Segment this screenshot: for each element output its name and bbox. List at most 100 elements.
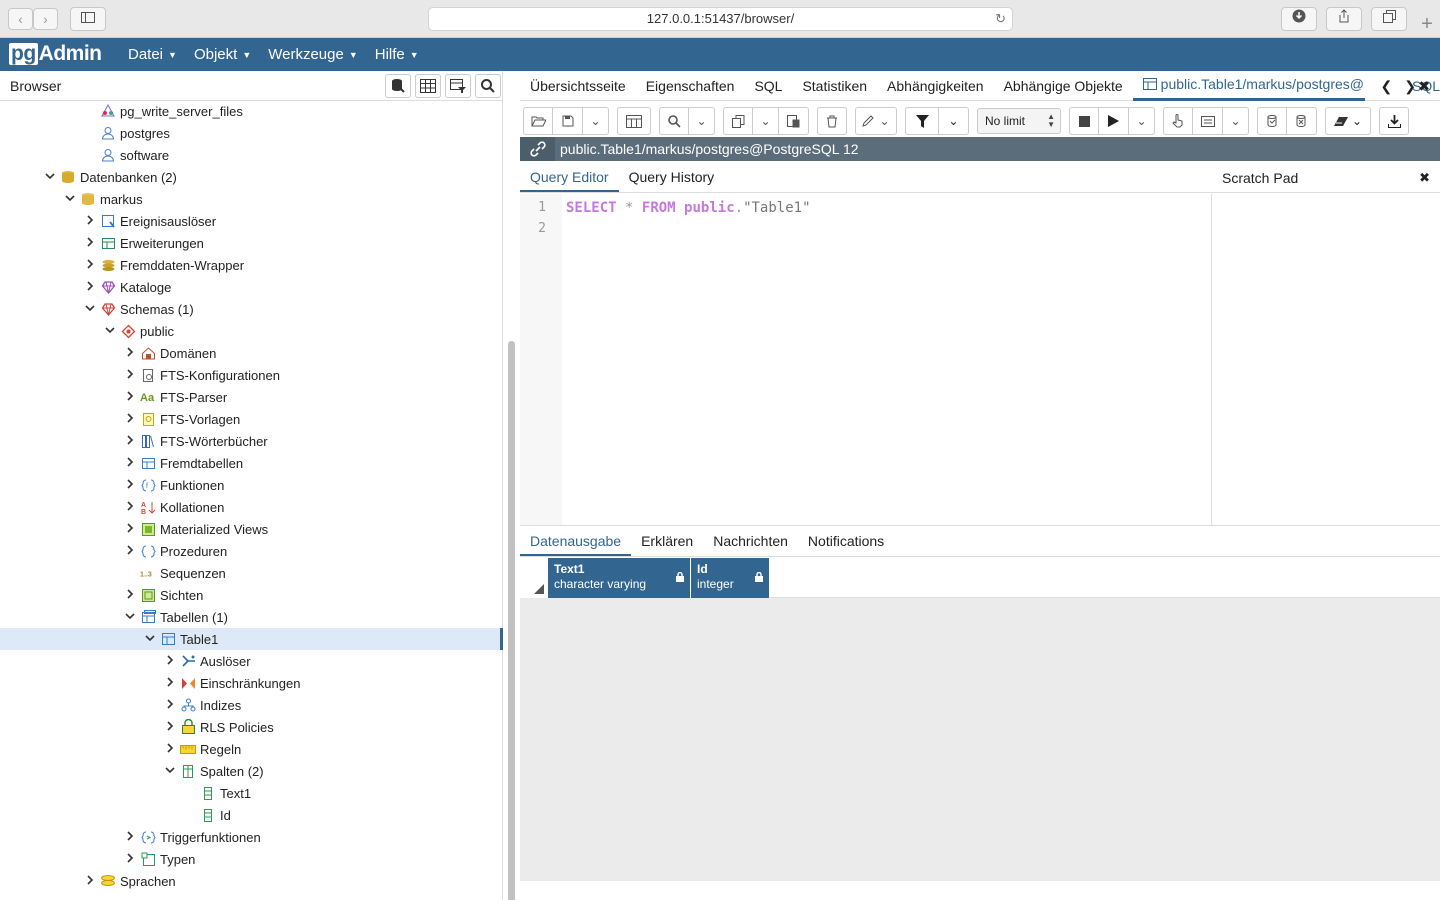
tab-dashboard[interactable]: Übersichtsseite: [520, 71, 636, 101]
tree-node[interactable]: Schemas (1): [0, 298, 503, 320]
tab-messages[interactable]: Nachrichten: [703, 526, 798, 556]
chevron-right-icon[interactable]: [160, 676, 180, 690]
tree-node[interactable]: public: [0, 320, 503, 342]
find-options-dropdown[interactable]: ⌄: [689, 107, 715, 135]
tree-node[interactable]: Text1: [0, 782, 503, 804]
address-bar[interactable]: 127.0.0.1:51437/browser/ ↻: [428, 7, 1013, 31]
save-file-button[interactable]: [553, 107, 583, 135]
open-file-button[interactable]: [523, 107, 553, 135]
tree-node[interactable]: Ereignisauslöser: [0, 210, 503, 232]
close-icon[interactable]: ✖: [1418, 78, 1430, 95]
tree-node[interactable]: FTS-Vorlagen: [0, 408, 503, 430]
explain-options-dropdown[interactable]: ⌄: [1223, 107, 1249, 135]
tree-node[interactable]: Einschränkungen: [0, 672, 503, 694]
chevron-right-icon[interactable]: [80, 874, 100, 888]
sidebar-toggle-button[interactable]: [70, 7, 106, 31]
tab-notifications[interactable]: Notifications: [798, 526, 894, 556]
column-header-text1[interactable]: Text1 character varying: [548, 558, 691, 598]
menu-werkzeuge[interactable]: Werkzeuge ▼: [268, 46, 358, 63]
chevron-down-icon[interactable]: [160, 765, 180, 777]
tree-node[interactable]: Table1: [0, 628, 503, 650]
tab-statistics[interactable]: Statistiken: [792, 71, 877, 101]
tab-query-history[interactable]: Query History: [619, 163, 725, 192]
search-objects-button[interactable]: [475, 74, 501, 98]
copy-button[interactable]: [723, 107, 753, 135]
tree-node[interactable]: Datenbanken (2): [0, 166, 503, 188]
chevron-down-icon[interactable]: [40, 171, 60, 183]
tab-data-output[interactable]: Datenausgabe: [520, 526, 632, 556]
chevron-right-icon[interactable]: [80, 236, 100, 250]
rollback-button[interactable]: [1287, 107, 1317, 135]
forward-button[interactable]: ›: [33, 8, 58, 30]
tree-node[interactable]: Kataloge: [0, 276, 503, 298]
chevron-right-icon[interactable]: [120, 346, 140, 360]
commit-button[interactable]: [1257, 107, 1287, 135]
tree-node[interactable]: Triggerfunktionen: [0, 826, 503, 848]
row-limit-select[interactable]: No limit ▲ ▼: [977, 108, 1061, 134]
delete-button[interactable]: [817, 107, 847, 135]
close-icon[interactable]: ✖: [1419, 170, 1430, 186]
chevron-right-icon[interactable]: [80, 258, 100, 272]
back-button[interactable]: ‹: [8, 8, 33, 30]
chevron-right-icon[interactable]: [120, 434, 140, 448]
tree-node[interactable]: pg_write_server_files: [0, 100, 503, 122]
column-header-id[interactable]: Id integer: [691, 558, 770, 598]
tab-properties[interactable]: Eigenschaften: [636, 71, 745, 101]
share-button[interactable]: [1326, 7, 1362, 31]
chevron-down-icon[interactable]: [60, 193, 80, 205]
copy-options-dropdown[interactable]: ⌄: [753, 107, 779, 135]
chevron-right-icon[interactable]: [160, 698, 180, 712]
tree-node[interactable]: 1..3 Sequenzen: [0, 562, 503, 584]
tree-node[interactable]: Id: [0, 804, 503, 826]
tab-dependents[interactable]: Abhängige Objekte: [994, 71, 1133, 101]
filtered-rows-button[interactable]: [445, 74, 471, 98]
tree-node[interactable]: FTS-Wörterbücher: [0, 430, 503, 452]
tab-dependencies[interactable]: Abhängigkeiten: [877, 71, 994, 101]
chevron-right-icon[interactable]: [120, 478, 140, 492]
tree-node[interactable]: Auslöser: [0, 650, 503, 672]
tree-node[interactable]: postgres: [0, 122, 503, 144]
chevron-right-icon[interactable]: [80, 280, 100, 294]
chevron-right-icon[interactable]: [120, 456, 140, 470]
filter-options-dropdown[interactable]: ⌄: [939, 107, 969, 135]
connection-label[interactable]: public.Table1/markus/postgres@PostgreSQL…: [560, 141, 859, 157]
chevron-right-icon[interactable]: [120, 500, 140, 514]
view-data-button[interactable]: [415, 74, 441, 98]
execute-options-dropdown[interactable]: ⌄: [1129, 107, 1155, 135]
chevron-right-icon[interactable]: [120, 522, 140, 536]
explain-analyze-button[interactable]: [1193, 107, 1223, 135]
paste-button[interactable]: [779, 107, 809, 135]
chevron-right-icon[interactable]: [120, 830, 140, 844]
sql-editor[interactable]: 1 2 SELECT * FROM public."Table1": [520, 194, 1212, 525]
tree-node[interactable]: Prozeduren: [0, 540, 503, 562]
tree-node[interactable]: A B Kollationen: [0, 496, 503, 518]
chevron-right-icon[interactable]: [120, 852, 140, 866]
download-csv-button[interactable]: [1379, 107, 1409, 135]
tree-node[interactable]: Indizes: [0, 694, 503, 716]
tab-sql[interactable]: SQL: [744, 71, 792, 101]
tree-node[interactable]: Sichten: [0, 584, 503, 606]
tree-node[interactable]: Erweiterungen: [0, 232, 503, 254]
chevron-left-icon[interactable]: ❮: [1381, 78, 1393, 95]
tree-node[interactable]: Typen: [0, 848, 503, 870]
reload-icon[interactable]: ↻: [995, 8, 1006, 30]
menu-objekt[interactable]: Objekt ▼: [194, 46, 251, 63]
chevron-right-icon[interactable]: [120, 412, 140, 426]
stop-button[interactable]: [1069, 107, 1099, 135]
tree-node[interactable]: software: [0, 144, 503, 166]
downloads-button[interactable]: [1281, 7, 1317, 31]
tree-node[interactable]: markus: [0, 188, 503, 210]
query-tool-button[interactable]: [385, 74, 411, 98]
chevron-down-icon[interactable]: [120, 611, 140, 623]
edit-options-button[interactable]: ⌄: [855, 107, 897, 135]
tabs-overview-button[interactable]: [1371, 7, 1407, 31]
execute-button[interactable]: [1099, 107, 1129, 135]
tree-node[interactable]: Tabellen (1): [0, 606, 503, 628]
menu-hilfe[interactable]: Hilfe ▼: [375, 46, 419, 63]
save-options-dropdown[interactable]: ⌄: [583, 107, 609, 135]
tree-node[interactable]: RLS Policies: [0, 716, 503, 738]
tree-node[interactable]: Materialized Views: [0, 518, 503, 540]
new-tab-button[interactable]: +: [1414, 10, 1440, 38]
tree-node[interactable]: Spalten (2): [0, 760, 503, 782]
find-button[interactable]: [659, 107, 689, 135]
